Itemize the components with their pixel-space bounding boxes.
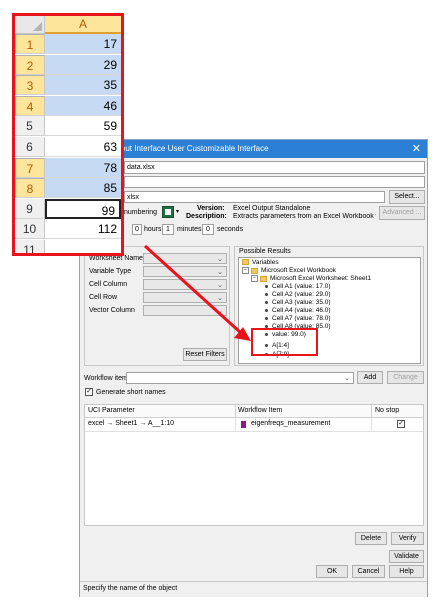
annotation-arrow — [143, 244, 243, 335]
annotation-highlight-box — [251, 328, 318, 356]
annotation-overlay — [143, 244, 251, 341]
